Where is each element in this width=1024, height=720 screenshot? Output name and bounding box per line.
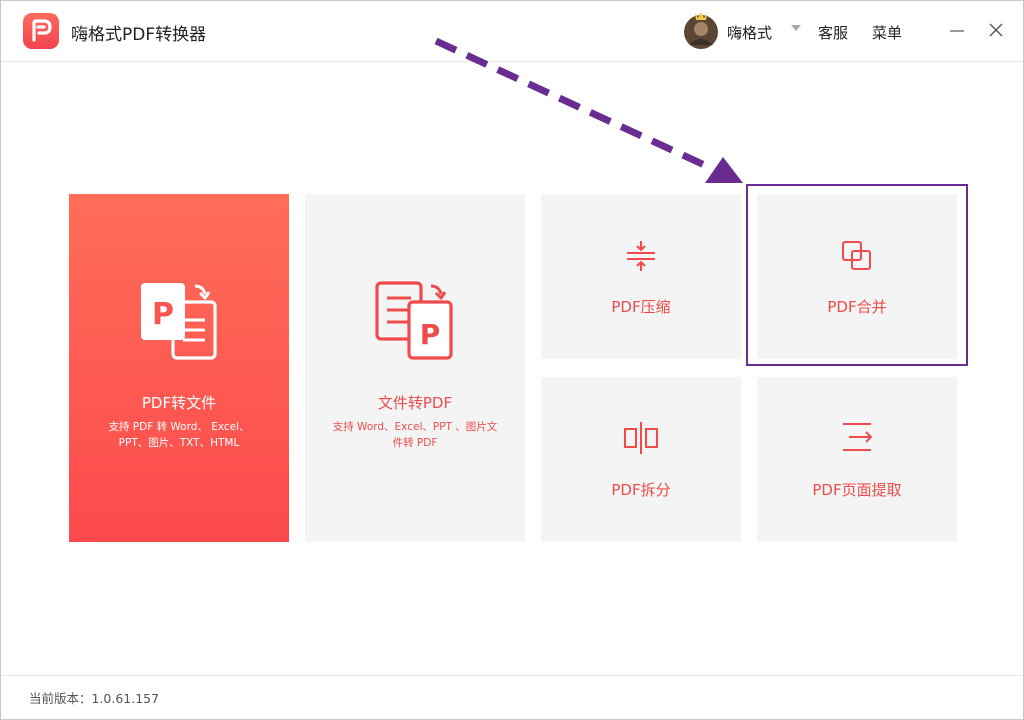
file-to-pdf-label: 文件转PDF bbox=[377, 394, 453, 412]
user-name[interactable]: 嗨格式 bbox=[727, 22, 772, 43]
dropdown-caret-icon[interactable] bbox=[791, 25, 801, 31]
merge-icon bbox=[841, 240, 873, 276]
pdf-merge-label: PDF合并 bbox=[827, 298, 887, 316]
pdf-split-tile[interactable]: PDF拆分 bbox=[541, 377, 741, 542]
pdf-compress-tile[interactable]: PDF压缩 bbox=[541, 194, 741, 359]
pdf-to-file-desc-1: 支持 PDF 转 Word、 Excel、 bbox=[108, 421, 250, 433]
file-to-pdf-desc-1: 支持 Word、Excel、PPT 、图片文 bbox=[332, 421, 498, 433]
page-extract-icon bbox=[841, 421, 875, 457]
compress-icon bbox=[625, 240, 657, 276]
pdf-page-extract-tile[interactable]: PDF页面提取 bbox=[757, 377, 957, 542]
footer-divider bbox=[1, 675, 1023, 676]
close-icon[interactable] bbox=[981, 15, 1011, 45]
pdf-to-file-desc-2: PPT、图片、TXT、HTML bbox=[118, 437, 240, 449]
user-avatar[interactable] bbox=[684, 12, 718, 49]
svg-text:P: P bbox=[420, 318, 441, 351]
version-text: 当前版本：1.0.61.157 bbox=[29, 691, 160, 706]
pdf-page-extract-label: PDF页面提取 bbox=[812, 481, 902, 499]
pdf-to-file-tile[interactable]: P PDF转文件 支持 PDF 转 Word、 Excel、 PPT、图片、TX… bbox=[69, 194, 289, 542]
svg-text:P: P bbox=[152, 297, 174, 332]
app-window: 嗨格式PDF转换器 嗨格式 客服 菜单 P PDF转文件 支持 PDF 转 Wo… bbox=[0, 0, 1024, 720]
file-to-pdf-desc-2: 件转 PDF bbox=[392, 437, 438, 449]
pdf-to-file-label: PDF转文件 bbox=[141, 394, 217, 412]
minimize-icon[interactable] bbox=[942, 15, 972, 45]
app-logo-icon bbox=[23, 13, 59, 49]
file-to-pdf-tile[interactable]: P 文件转PDF 支持 Word、Excel、PPT 、图片文 件转 PDF bbox=[305, 194, 525, 542]
pdf-merge-tile[interactable]: PDF合并 bbox=[757, 194, 957, 359]
file-to-pdf-icon: P bbox=[375, 280, 457, 366]
menu-link[interactable]: 菜单 bbox=[872, 22, 902, 43]
pdf-compress-label: PDF压缩 bbox=[611, 298, 671, 316]
service-link[interactable]: 客服 bbox=[818, 22, 848, 43]
title-bar: 嗨格式PDF转换器 嗨格式 客服 菜单 bbox=[1, 1, 1023, 62]
split-icon bbox=[623, 421, 659, 459]
app-title: 嗨格式PDF转换器 bbox=[71, 25, 207, 45]
pdf-split-label: PDF拆分 bbox=[611, 481, 671, 499]
pdf-to-file-icon: P bbox=[139, 280, 221, 366]
